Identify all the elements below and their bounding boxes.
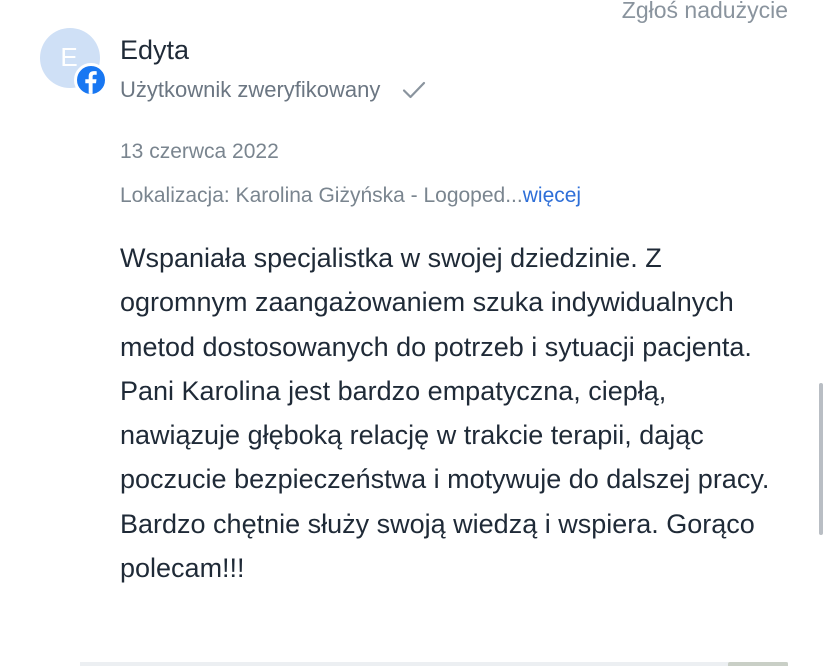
more-link[interactable]: więcej: [523, 184, 581, 207]
vertical-scrollbar[interactable]: [819, 383, 823, 535]
location-row: Lokalizacja: Karolina Giżyńska - Logoped…: [120, 180, 581, 212]
verified-user-row: Użytkownik zweryfikowany: [120, 73, 426, 107]
report-abuse-link[interactable]: Zgłoś nadużycie: [622, 0, 788, 26]
author-name[interactable]: Edyta: [120, 32, 189, 68]
check-icon: [402, 80, 426, 100]
review-body: Wspaniała specjalistka w swojej dziedzin…: [120, 243, 770, 584]
avatar-initial: E: [60, 41, 78, 72]
next-card-thumbnail: [728, 662, 788, 666]
facebook-icon: [74, 63, 108, 97]
review-date: 13 czerwca 2022: [120, 140, 279, 163]
location-text: Lokalizacja: Karolina Giżyńska - Logoped…: [120, 184, 523, 207]
next-card-edge: [80, 662, 788, 666]
verified-label: Użytkownik zweryfikowany: [120, 77, 381, 102]
